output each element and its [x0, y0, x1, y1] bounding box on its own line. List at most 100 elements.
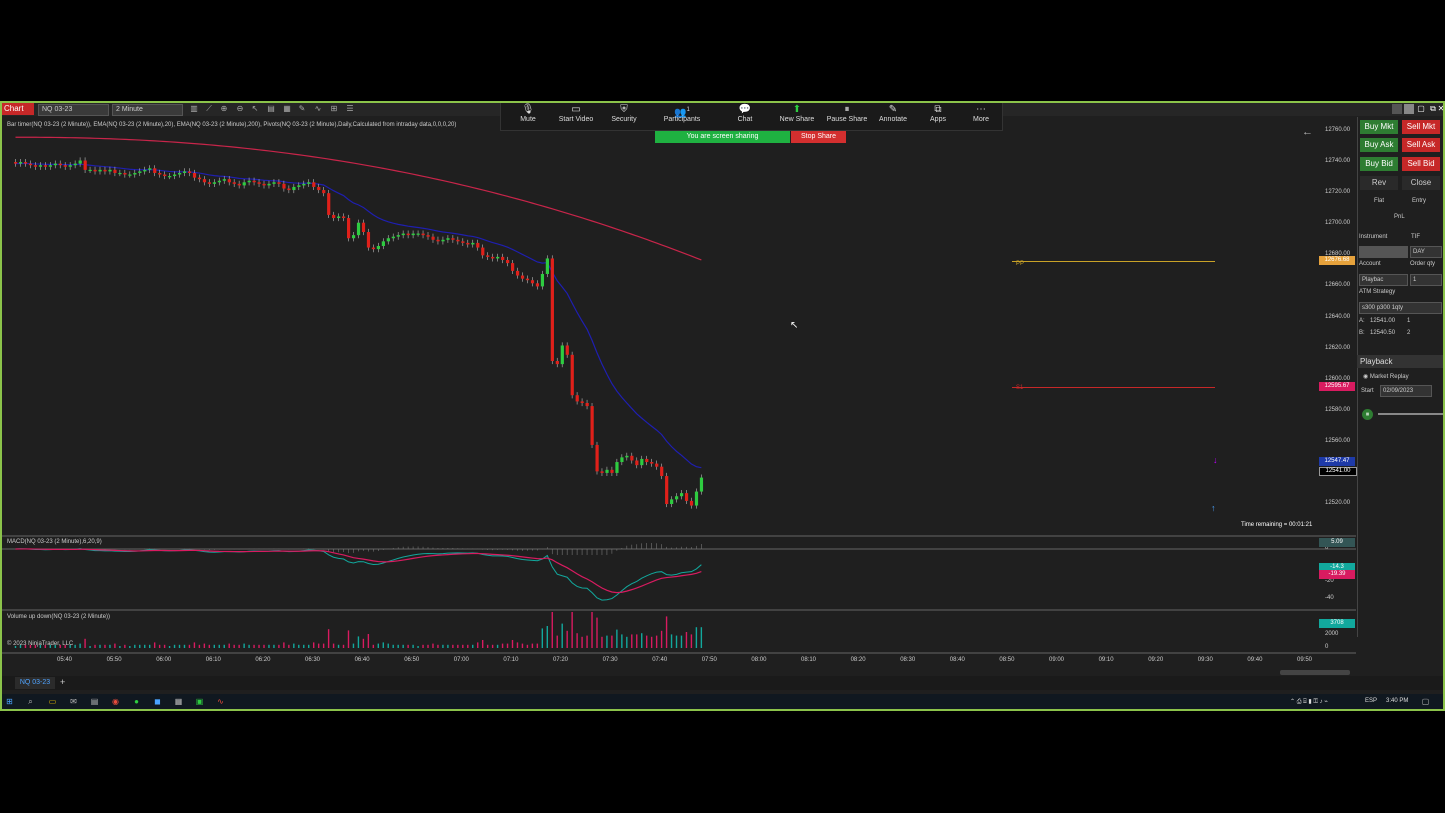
- volume-legend: Volume up down(NQ 03-23 (2 Minute)): [7, 614, 111, 620]
- time-tick-label: 06:50: [404, 657, 420, 663]
- candle-body: [560, 345, 564, 365]
- buy-bid-button[interactable]: Buy Bid: [1360, 157, 1398, 171]
- app-icon-8[interactable]: ▣: [195, 697, 204, 706]
- volume-bar: [298, 644, 300, 648]
- time-tick-label: 07:00: [453, 657, 469, 663]
- system-tray-icons[interactable]: ⌃ ⎙ ⌸ ▮ ⚿ ♪ ⌁: [1290, 698, 1328, 706]
- volume-bar: [501, 643, 504, 648]
- volume-bar: [233, 644, 235, 648]
- macd-legend: MACD(NQ 03-23 (2 Minute),6,20,9): [7, 539, 102, 545]
- volume-bar: [253, 644, 255, 648]
- language-indicator[interactable]: ESP: [1365, 698, 1377, 704]
- price-tick-label: 12700.00: [1325, 220, 1351, 227]
- chrome-icon[interactable]: ◉: [111, 697, 120, 706]
- time-tick-label: 08:10: [801, 657, 817, 663]
- search-icon[interactable]: ⌕: [26, 697, 35, 706]
- volume-bar: [626, 636, 628, 648]
- zoom-icon[interactable]: ◼: [153, 697, 162, 706]
- start-date-picker[interactable]: 02/09/2023: [1380, 385, 1432, 397]
- candle-body: [491, 256, 495, 259]
- atm-strategy-select[interactable]: s300 p300 1qty: [1359, 302, 1442, 314]
- time-tick-label: 06:40: [354, 657, 370, 663]
- file-explorer-icon[interactable]: ▭: [48, 697, 57, 706]
- account-select[interactable]: Playbac: [1359, 274, 1408, 286]
- order-qty-label: Order qty: [1410, 261, 1436, 267]
- volume-bar: [486, 644, 489, 648]
- candle-body: [416, 233, 420, 235]
- taskbar-clock[interactable]: 3:40 PM: [1386, 698, 1408, 704]
- time-tick-label: 09:30: [1197, 657, 1213, 663]
- price-tick-label: 12760.00: [1325, 127, 1351, 133]
- instrument-label: Instrument: [1359, 234, 1388, 240]
- windows-start-icon[interactable]: ⊞: [5, 697, 14, 706]
- play-pause-icon[interactable]: ⏸: [1362, 409, 1373, 420]
- volume-axis-2000: 2000: [1325, 631, 1339, 637]
- word-icon[interactable]: ▤: [90, 697, 99, 706]
- ninjatrader-icon[interactable]: ∿: [216, 697, 225, 706]
- buy-ask-button[interactable]: Buy Ask: [1360, 138, 1398, 152]
- volume-bar: [586, 635, 588, 648]
- volume-bar: [596, 617, 598, 648]
- candle-body: [665, 476, 669, 504]
- candle-body: [327, 193, 331, 215]
- add-tab-icon[interactable]: +: [60, 677, 65, 687]
- sell-market-button[interactable]: Sell Mkt: [1402, 120, 1440, 134]
- playback-speed-slider[interactable]: [1378, 413, 1443, 415]
- order-qty-input[interactable]: 1: [1410, 274, 1442, 286]
- chart-tab-bar: [2, 676, 1443, 690]
- candle-body: [222, 179, 226, 181]
- volume-bar: [695, 627, 698, 648]
- ask-label: A:: [1359, 318, 1365, 324]
- sell-bid-button[interactable]: Sell Bid: [1402, 157, 1440, 171]
- sell-ask-button[interactable]: Sell Ask: [1402, 138, 1440, 152]
- volume-bar: [402, 644, 404, 648]
- mail-icon[interactable]: ✉: [69, 697, 78, 706]
- close-position-button[interactable]: Close: [1402, 176, 1440, 190]
- candle-body: [267, 183, 271, 186]
- buy-market-button[interactable]: Buy Mkt: [1360, 120, 1398, 134]
- volume-bar: [288, 644, 290, 648]
- time-tick-label: 08:20: [850, 657, 866, 663]
- volume-bar: [462, 644, 464, 648]
- volume-bar: [114, 643, 116, 648]
- volume-bar: [690, 634, 693, 648]
- volume-bar: [367, 634, 370, 648]
- candle-body: [272, 182, 276, 184]
- volume-bar: [213, 644, 215, 648]
- tif-select[interactable]: DAY: [1410, 246, 1442, 258]
- notifications-icon[interactable]: ▢: [1421, 697, 1430, 706]
- candle-body: [555, 361, 559, 365]
- back-arrow-icon[interactable]: ←: [1302, 126, 1313, 138]
- flat-label: Flat: [1374, 198, 1385, 204]
- spotify-icon[interactable]: ●: [132, 697, 141, 706]
- market-replay-radio[interactable]: ◉ Market Replay: [1363, 373, 1409, 380]
- volume-bar: [278, 644, 280, 648]
- atm-strategy-label: ATM Strategy: [1359, 289, 1396, 295]
- candle-body: [481, 247, 485, 256]
- tab-nq-03-23[interactable]: NQ 03-23: [15, 677, 55, 689]
- candle-body: [530, 280, 535, 284]
- bid-label: B:: [1359, 330, 1365, 336]
- instrument-field[interactable]: [1359, 246, 1408, 258]
- candle-body: [317, 186, 321, 191]
- candle-body: [168, 176, 172, 178]
- volume-bar: [680, 635, 683, 648]
- last-price-badge: 12541.00: [1319, 467, 1357, 476]
- candle-body: [520, 275, 525, 279]
- candle-body: [605, 469, 609, 473]
- macd-avg-badge: -19.39: [1319, 570, 1355, 579]
- candle-body: [441, 239, 445, 242]
- candle-body: [456, 239, 460, 242]
- candle-body: [63, 165, 67, 167]
- candle-body: [342, 216, 346, 219]
- reverse-button[interactable]: Rev: [1360, 176, 1398, 190]
- horizontal-scrollbar[interactable]: [1280, 670, 1350, 675]
- volume-bar: [327, 629, 330, 648]
- ema200-price-badge: 12595.67: [1319, 382, 1355, 391]
- candle-body: [545, 258, 549, 274]
- volume-bar: [660, 630, 663, 648]
- price-tick-label: 12580.00: [1325, 406, 1351, 413]
- app-icon-7[interactable]: ▦: [174, 697, 183, 706]
- volume-bar: [427, 644, 429, 648]
- volume-bar: [422, 644, 424, 648]
